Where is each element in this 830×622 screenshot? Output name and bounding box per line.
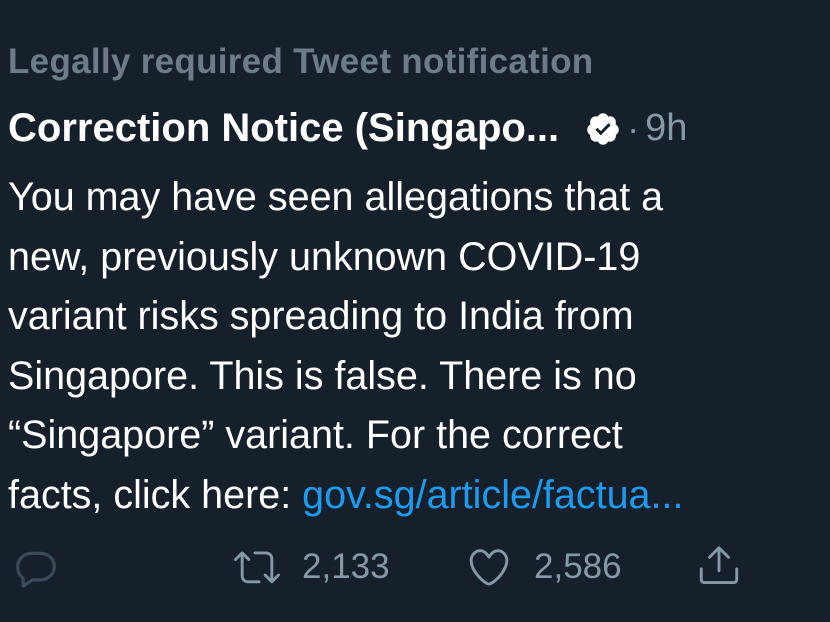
reply-button[interactable] [14,546,58,590]
heart-icon [466,544,512,590]
tweet-body-line: You may have seen allegations that a [8,175,664,219]
tweet-body-line: new, previously unknown COVID-19 [8,234,641,279]
notice-label: Legally required Tweet notification [8,42,594,81]
tweet-card[interactable]: Legally required Tweet notification Corr… [8,0,830,622]
tweet-header: Correction Notice (Singapo... · 9h [8,106,806,151]
retweet-button[interactable]: 2,133 [234,544,390,590]
share-icon [696,542,742,588]
retweet-icon [234,544,280,590]
tweet-body-line: “Singapore” variant. For the correct [8,413,623,457]
tweet-timestamp[interactable]: 9h [645,107,687,150]
reply-icon [14,546,58,590]
author-name[interactable]: Correction Notice (Singapo... [8,106,559,151]
retweet-count: 2,133 [302,547,390,586]
like-count: 2,586 [534,547,622,586]
tweet-body-line-text: facts, click here: [8,472,303,517]
tweet-body-line: Singapore. This is false. There is no [8,353,637,398]
tweet-body-last-line: facts, click here: gov.sg/article/factua… [8,466,818,526]
verified-badge-icon [585,111,621,147]
article-link[interactable]: gov.sg/article/factua... [302,473,683,517]
tweet-body-line: variant risks spreading to India from [8,294,634,338]
tweet-actions: 2,133 2,586 [8,540,830,596]
time-separator: · [627,107,640,149]
tweet-body: You may have seen allegations that a new… [8,168,818,525]
like-button[interactable]: 2,586 [466,544,622,590]
share-button[interactable] [696,542,742,588]
